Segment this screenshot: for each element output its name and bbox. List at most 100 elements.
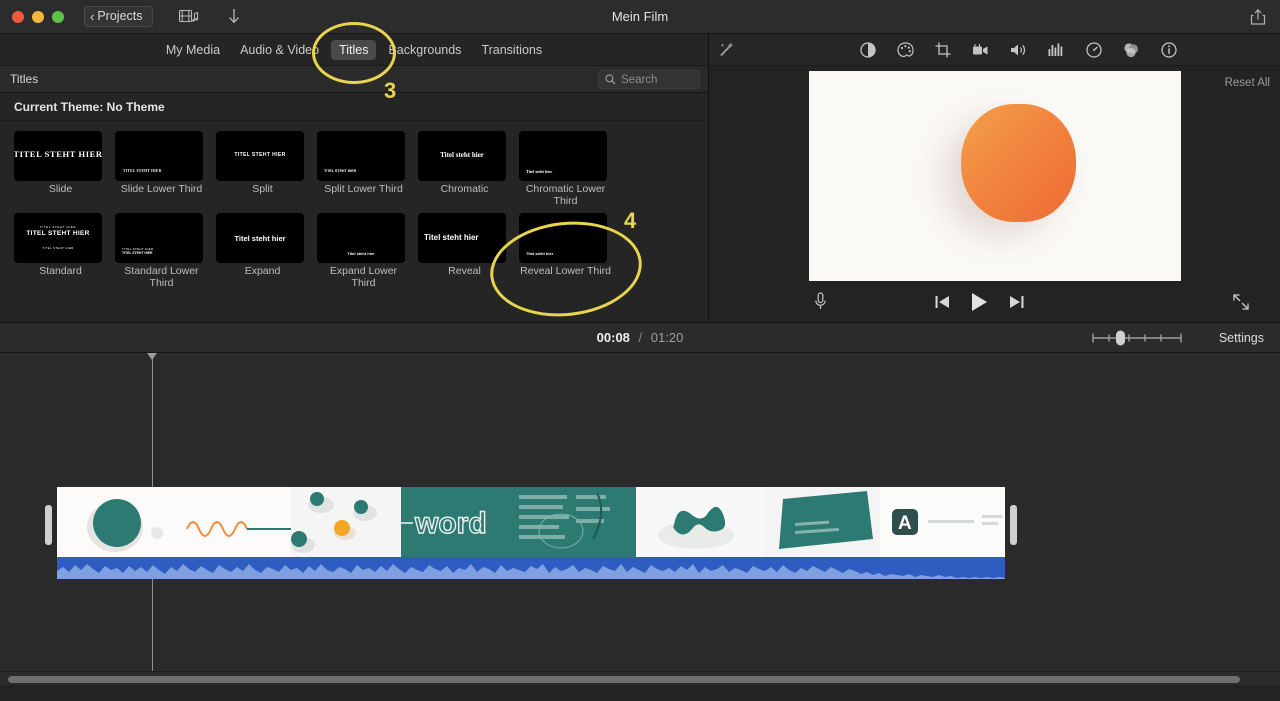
crop-icon[interactable] (935, 42, 951, 58)
title-thumbnail[interactable]: Titel steht hier (418, 131, 506, 181)
timecode-display: 00:08 / 01:20 (0, 330, 1280, 345)
title-thumbnail[interactable]: TITEL STEHT HIER TITEL STEHT HIER (115, 213, 203, 263)
timeline-horizontal-scrollbar[interactable] (0, 671, 1280, 685)
titles-grid: TITEL STEHT HIER Slide TITEL STEHT HIER … (0, 121, 708, 321)
title-caption: Reveal (448, 265, 481, 277)
download-icon[interactable] (227, 8, 241, 25)
title-preview-text: Titel steht hier (347, 251, 375, 256)
title-thumbnail[interactable]: Titel steht hier (418, 213, 506, 263)
timeline-thumbnail[interactable]: word (401, 487, 636, 557)
timeline-toolbar: 00:08 / 01:20 Settings (0, 322, 1280, 353)
title-preview-text: TITEL STEHT HIER (324, 169, 357, 173)
title-caption: Standard Lower Third (124, 265, 199, 289)
info-icon[interactable] (1161, 41, 1177, 58)
fullscreen-icon[interactable] (1232, 293, 1250, 316)
equalizer-icon[interactable] (1048, 43, 1065, 57)
tab-backgrounds[interactable]: Backgrounds (380, 40, 469, 60)
title-caption: Reveal Lower Third (520, 265, 611, 277)
media-browser-icon[interactable] (178, 9, 199, 24)
timeline-thumbnail[interactable] (765, 487, 880, 557)
current-theme-row[interactable]: Current Theme: No Theme (0, 93, 708, 121)
window-controls[interactable] (12, 10, 64, 23)
timeline-settings-button[interactable]: Settings (1219, 331, 1264, 345)
title-thumbnail[interactable]: TITEL STEHT HIER (317, 131, 405, 181)
tab-audio-video[interactable]: Audio & Video (232, 40, 327, 60)
timeline-thumbnail[interactable] (57, 487, 291, 557)
svg-text:word: word (414, 507, 487, 540)
title-thumbnail[interactable]: TITEL STEHT HIER (115, 131, 203, 181)
title-thumbnail[interactable]: TITEL STEHT HIER (14, 131, 102, 181)
title-preview-text: Titel steht hier (526, 169, 553, 174)
title-preview-text: TITEL STEHT HIER (122, 251, 153, 255)
svg-text:A: A (898, 513, 912, 534)
preview-orange-blob (960, 104, 1076, 222)
current-time: 00:08 (596, 330, 630, 345)
title-item-split-lower-third[interactable]: TITEL STEHT HIER Split Lower Third (317, 131, 418, 207)
audio-track[interactable] (57, 557, 1005, 579)
total-time: 01:20 (650, 330, 684, 345)
speed-icon[interactable] (1086, 41, 1102, 58)
audio-waveform (57, 564, 1005, 579)
tab-transitions[interactable]: Transitions (473, 40, 550, 60)
media-browser-panel: My Media Audio & Video Titles Background… (0, 34, 709, 322)
title-thumbnail[interactable]: Titel steht hier (519, 213, 607, 263)
microphone-icon[interactable] (814, 292, 827, 316)
magic-wand-icon[interactable] (717, 41, 735, 59)
inspector-icon-group (860, 41, 1177, 58)
timeline-clip-row[interactable]: word A (45, 487, 1017, 582)
minimize-button[interactable] (32, 10, 44, 23)
timeline-thumbnail[interactable] (291, 487, 401, 557)
skip-to-end-icon[interactable] (1009, 295, 1024, 314)
color-correction-icon[interactable] (897, 41, 914, 58)
back-to-projects-button[interactable]: ‹ Projects (84, 6, 153, 27)
title-item-expand[interactable]: Titel steht hier Expand (216, 213, 317, 289)
title-caption: Split Lower Third (324, 183, 403, 195)
title-thumbnail[interactable]: Titel steht hier (216, 213, 304, 263)
close-button[interactable] (12, 10, 24, 23)
timeline-panel[interactable]: word A (0, 353, 1280, 685)
color-balance-icon[interactable] (860, 41, 876, 58)
title-item-expand-lower-third[interactable]: Titel steht hier Expand Lower Third (317, 213, 418, 289)
title-thumbnail[interactable]: TITEL STEHT HIER TITEL STEHT HIER TITEL … (14, 213, 102, 263)
scrollbar-thumb[interactable] (8, 676, 1240, 683)
maximize-button[interactable] (52, 10, 64, 23)
title-preview-text: Titel steht hier (424, 233, 479, 242)
title-caption: Standard (39, 265, 82, 277)
filters-icon[interactable] (1123, 42, 1140, 58)
timeline-thumbnail[interactable]: A (880, 487, 1005, 557)
title-preview-text: TITEL STEHT HIER (234, 152, 286, 158)
title-item-split[interactable]: TITEL STEHT HIER Split (216, 131, 317, 207)
clip-trim-handle-left[interactable] (45, 505, 52, 545)
search-input[interactable]: Search (598, 70, 700, 89)
title-thumbnail[interactable]: Titel steht hier (317, 213, 405, 263)
tab-titles[interactable]: Titles (331, 39, 377, 60)
current-theme-label: Current Theme: No Theme (14, 99, 165, 114)
title-item-slide[interactable]: TITEL STEHT HIER Slide (14, 131, 115, 207)
title-caption: Slide (48, 183, 73, 195)
title-item-chromatic-lower-third[interactable]: Titel steht hier Chromatic Lower Third (519, 131, 620, 207)
clip-trim-handle-right[interactable] (1010, 505, 1017, 545)
title-preview-text: Titel steht hier (440, 151, 484, 159)
timeline-thumbnail[interactable] (636, 487, 765, 557)
title-item-slide-lower-third[interactable]: TITEL STEHT HIER Slide Lower Third (115, 131, 216, 207)
video-track[interactable]: word A (57, 487, 1005, 557)
title-thumbnail[interactable]: TITEL STEHT HIER (216, 131, 304, 181)
volume-icon[interactable] (1010, 42, 1027, 58)
share-icon[interactable] (1250, 8, 1266, 31)
title-item-standard[interactable]: TITEL STEHT HIER TITEL STEHT HIER TITEL … (14, 213, 115, 289)
stabilization-icon[interactable] (972, 42, 989, 58)
tab-my-media[interactable]: My Media (158, 40, 228, 60)
timeline-zoom-slider[interactable] (1091, 330, 1183, 346)
video-preview[interactable] (808, 71, 1181, 281)
search-icon (605, 74, 616, 85)
title-preview-text: TITEL STEHT HIER (123, 169, 162, 173)
title-item-reveal[interactable]: Titel steht hier Reveal (418, 213, 519, 289)
skip-to-start-icon[interactable] (935, 295, 950, 314)
title-thumbnail[interactable]: Titel steht hier (519, 131, 607, 181)
title-item-reveal-lower-third[interactable]: Titel steht hier Reveal Lower Third (519, 213, 620, 289)
time-separator: / (638, 330, 643, 345)
title-item-chromatic[interactable]: Titel steht hier Chromatic (418, 131, 519, 207)
title-preview-text-small: TITEL STEHT HIER (39, 225, 77, 229)
title-item-standard-lower-third[interactable]: TITEL STEHT HIER TITEL STEHT HIER Standa… (115, 213, 216, 289)
play-icon[interactable] (970, 292, 989, 317)
